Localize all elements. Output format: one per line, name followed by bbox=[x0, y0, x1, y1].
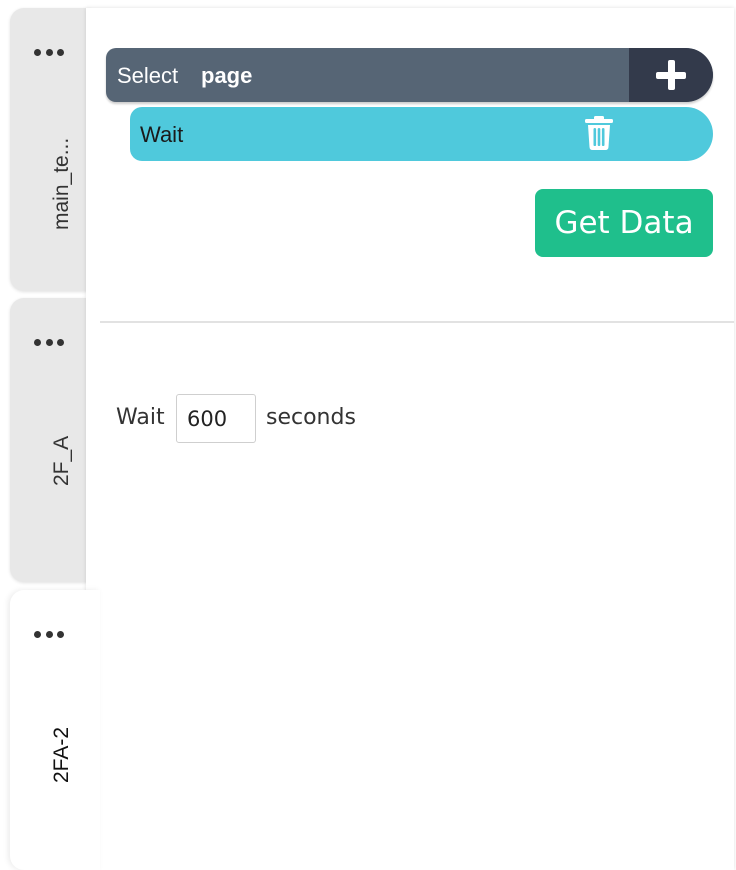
wait-step-item[interactable]: Wait bbox=[130, 107, 713, 161]
select-step-bar[interactable]: Select page bbox=[106, 48, 713, 102]
more-horizontal-icon[interactable] bbox=[34, 48, 64, 56]
wait-setting-label: Wait bbox=[116, 405, 165, 430]
wait-step-label: Wait bbox=[140, 122, 184, 147]
tab-label: 2F_A bbox=[50, 435, 73, 486]
tab-label: main_te... bbox=[50, 137, 73, 230]
wait-seconds-input[interactable] bbox=[176, 394, 256, 443]
tab-label: 2FA-2 bbox=[50, 726, 73, 783]
app-root: main_te... 2F_A 2FA-2 Select page Wait G… bbox=[0, 0, 736, 870]
more-horizontal-icon[interactable] bbox=[34, 338, 64, 346]
section-divider bbox=[100, 321, 734, 323]
tab-2fa-2[interactable]: 2FA-2 bbox=[10, 590, 100, 870]
trash-icon[interactable] bbox=[584, 116, 614, 150]
wait-unit-label: seconds bbox=[266, 405, 356, 430]
get-data-button[interactable]: Get Data bbox=[535, 189, 713, 257]
select-label: Select bbox=[117, 63, 179, 88]
select-value: page bbox=[201, 63, 253, 88]
more-horizontal-icon[interactable] bbox=[34, 630, 64, 638]
add-step-button[interactable] bbox=[629, 48, 713, 102]
